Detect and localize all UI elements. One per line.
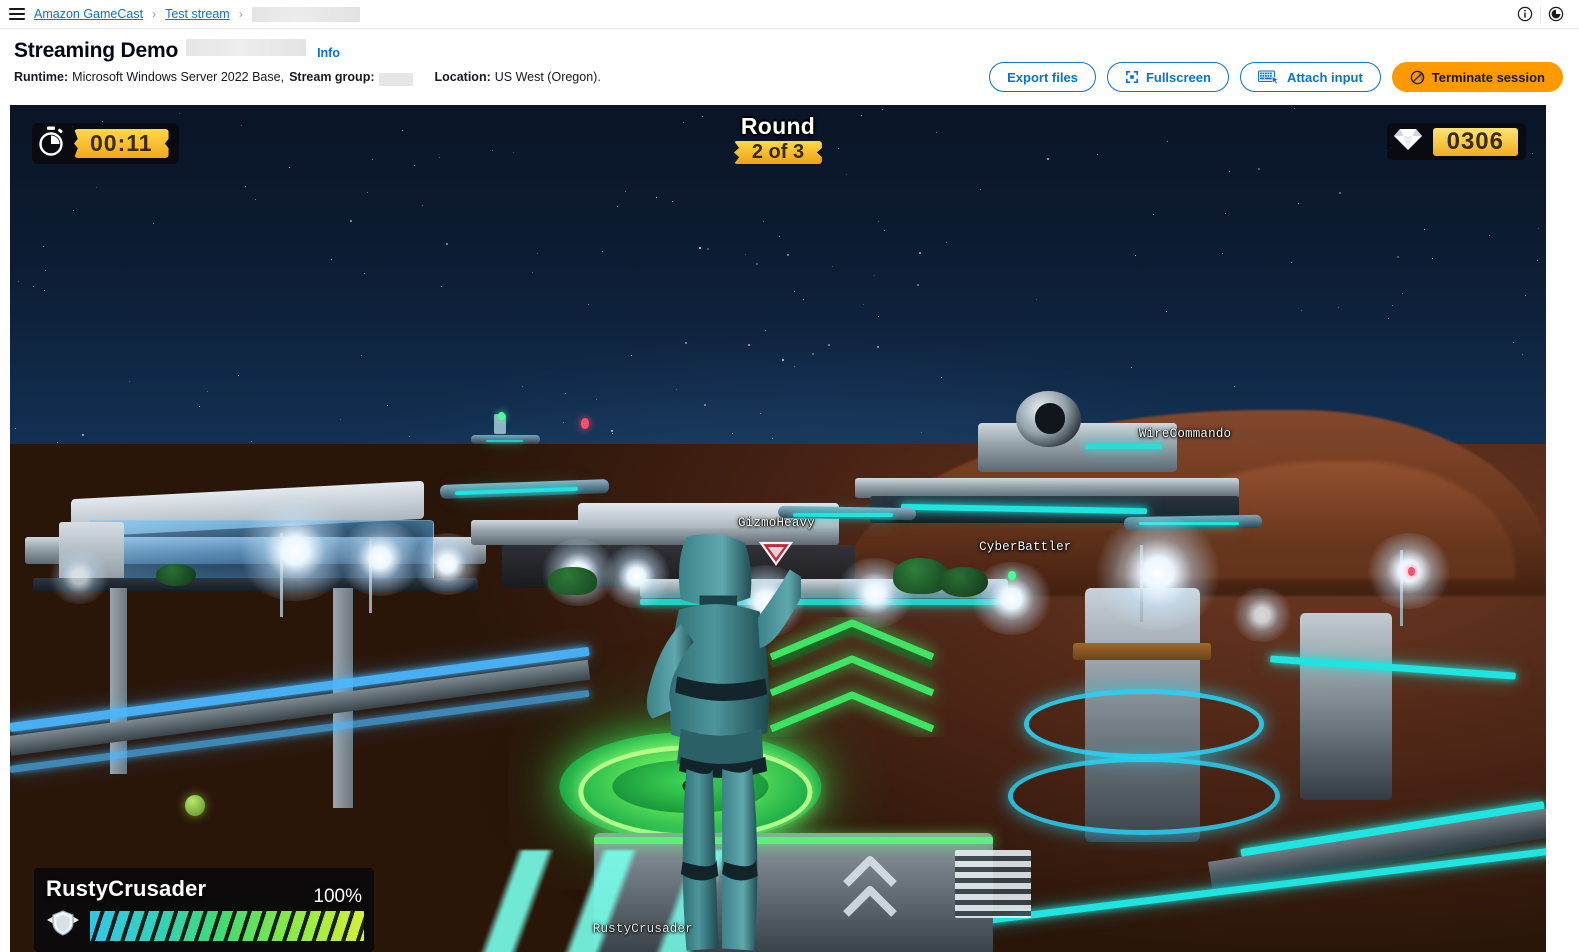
runtime-label: Runtime:: [14, 70, 69, 84]
shield-icon: [46, 909, 80, 942]
title-row: Streaming Demo Info: [14, 39, 1563, 63]
info-link[interactable]: Info: [317, 46, 340, 60]
breadcrumb-item-test-stream[interactable]: Test stream: [165, 7, 230, 21]
hud-player-panel: RustyCrusader 100%: [34, 868, 374, 952]
player-character: [632, 529, 809, 952]
breadcrumb: Amazon GameCast › Test stream ›: [34, 6, 360, 22]
glow-orb-green: [185, 795, 206, 816]
hud-gem-value: 0306: [1432, 127, 1518, 156]
lamp-glow: [237, 499, 353, 602]
breadcrumb-separator: ›: [238, 7, 243, 21]
shrub: [939, 566, 989, 598]
shrub: [547, 566, 597, 596]
top-bar-actions: [1510, 0, 1571, 28]
page-title-redacted-id: [186, 39, 307, 56]
fullscreen-icon: [1125, 70, 1139, 84]
hud-gem-counter: 0306: [1386, 123, 1526, 160]
nametag-label: GizmoHeavy: [737, 515, 815, 530]
page-header: Streaming Demo Info Runtime: Microsoft W…: [0, 29, 1579, 92]
terminate-icon: [1410, 70, 1425, 85]
nametag-rustycrusader: RustyCrusader: [593, 922, 693, 936]
lamp-glow-bright: [1092, 515, 1224, 631]
export-files-label: Export files: [1007, 69, 1078, 85]
nametag-wirecommando: WireCommando: [1139, 427, 1231, 441]
support-pylon: [109, 587, 127, 775]
tower-ring-upper: [1023, 689, 1265, 759]
page-title: Streaming Demo: [14, 39, 179, 62]
header-actions: Export files Fullscreen Attach input Ter…: [989, 62, 1563, 92]
nametag-label: RustyCrusader: [592, 922, 693, 937]
stream-group-label: Stream group:: [289, 70, 375, 84]
breadcrumb-item-amazon-gamecast[interactable]: Amazon GameCast: [34, 7, 143, 21]
hud-round: Round 2 of 3: [733, 113, 823, 164]
settings-icon[interactable]: [1541, 0, 1571, 28]
observatory-neon: [1085, 443, 1162, 449]
upper-platform-right: [854, 477, 1239, 498]
fullscreen-button[interactable]: Fullscreen: [1106, 62, 1229, 92]
attach-input-button[interactable]: Attach input: [1239, 62, 1381, 92]
terminate-session-button[interactable]: Terminate session: [1391, 62, 1563, 92]
nametag-label: WireCommando: [1138, 426, 1232, 441]
pad-chevron-small: [839, 850, 900, 926]
tower-ring-lower: [1008, 757, 1280, 835]
lamp-glow: [1231, 587, 1293, 642]
breadcrumb-separator: ›: [152, 7, 157, 21]
hud-health-bar: [90, 910, 364, 941]
lamp-glow: [337, 520, 424, 597]
terminate-session-label: Terminate session: [1431, 69, 1545, 85]
game-stream-canvas[interactable]: GizmoHeavy WireCommando CyberBattler Rus…: [10, 105, 1546, 952]
hud-round-label: Round: [740, 113, 816, 139]
stopwatch-icon: [37, 126, 65, 161]
hud-timer: 00:11: [32, 123, 179, 164]
gamecast-console-page: Amazon GameCast › Test stream › Streamin…: [0, 0, 1579, 952]
hud-health-percent: 100%: [313, 886, 362, 907]
diamond-icon: [1393, 126, 1423, 157]
lamp-glow: [412, 532, 484, 596]
tower-band: [1072, 642, 1212, 660]
team-marker-icon: [759, 540, 794, 571]
top-navigation-bar: Amazon GameCast › Test stream ›: [0, 0, 1579, 29]
location-label: Location:: [434, 70, 491, 84]
distant-craft-neon: [486, 439, 524, 443]
game-scene: GizmoHeavy WireCommando CyberBattler Rus…: [10, 105, 1546, 952]
location-value: US West (Oregon).: [494, 70, 601, 84]
attach-input-label: Attach input: [1286, 69, 1363, 85]
nametag-label: CyberBattler: [979, 540, 1072, 555]
breadcrumb-item-redacted[interactable]: [251, 6, 360, 22]
runtime-value: Microsoft Windows Server 2022 Base,: [72, 70, 285, 84]
hud-round-value: 2 of 3: [733, 141, 823, 164]
lamp-glow: [48, 549, 110, 604]
hud-timer-value: 00:11: [74, 129, 169, 158]
export-files-button[interactable]: Export files: [989, 62, 1096, 92]
hud-health-row: [46, 909, 364, 942]
shrub: [155, 564, 196, 587]
stream-group-value-redacted: [378, 72, 413, 86]
hud-health-bar-stripes: [90, 910, 364, 941]
nametag-cyberbattler: CyberBattler: [979, 540, 1071, 554]
observatory-lens: [1034, 403, 1066, 434]
info-icon[interactable]: [1510, 0, 1540, 28]
keyboard-icon: [1257, 70, 1280, 85]
hamburger-menu-icon[interactable]: [0, 0, 34, 28]
pad-side-panel: [954, 850, 1032, 919]
fullscreen-label: Fullscreen: [1145, 69, 1211, 85]
nametag-gizmoheavy: GizmoHeavy: [738, 516, 815, 530]
tower-right-far: [1300, 613, 1393, 800]
beacon-light-red: [581, 418, 590, 429]
